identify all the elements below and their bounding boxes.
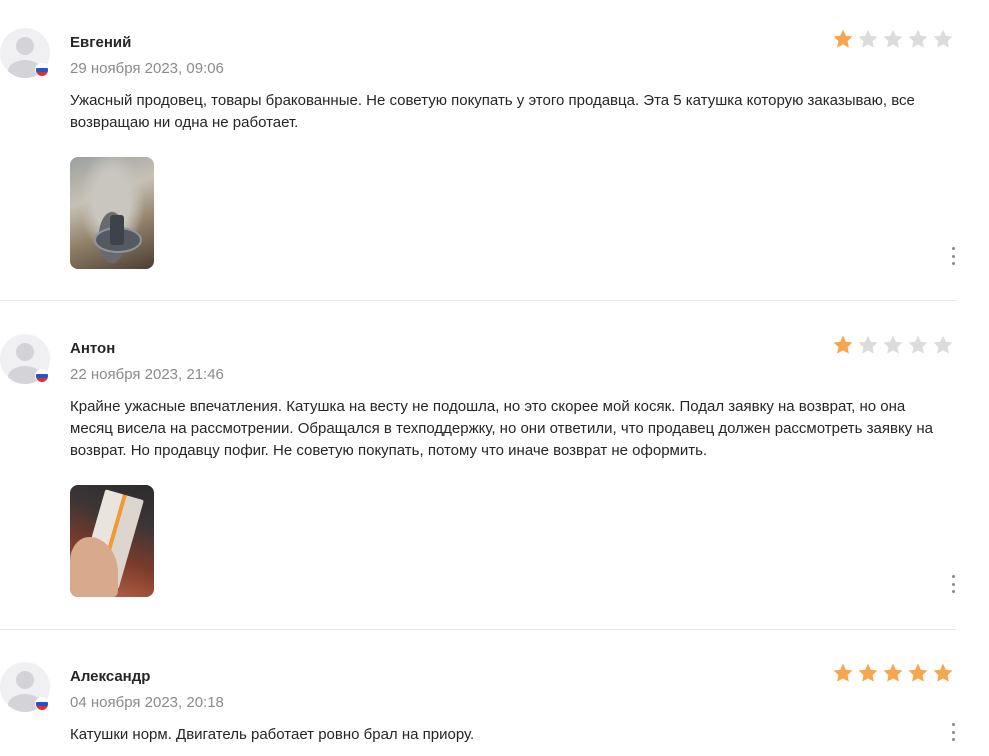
review-date: 29 ноября 2023, 09:06 bbox=[70, 60, 224, 77]
review-text: Крайне ужасные впечатления. Катушка на в… bbox=[70, 398, 933, 459]
star-empty-icon bbox=[858, 335, 878, 354]
star-empty-icon bbox=[858, 29, 878, 48]
russia-flag-icon bbox=[35, 63, 49, 77]
review-date: 04 ноября 2023, 20:18 bbox=[70, 694, 224, 711]
russia-flag-icon bbox=[35, 697, 49, 711]
more-options-icon[interactable] bbox=[946, 247, 960, 265]
star-rating bbox=[832, 662, 954, 684]
author-name[interactable]: Антон bbox=[70, 340, 115, 357]
star-filled-icon bbox=[933, 663, 953, 682]
author-name[interactable]: Евгений bbox=[70, 34, 131, 51]
review-date: 22 ноября 2023, 21:46 bbox=[70, 366, 224, 383]
star-filled-icon bbox=[833, 663, 853, 682]
russia-flag-icon bbox=[35, 369, 49, 383]
star-filled-icon bbox=[908, 663, 928, 682]
review-photo[interactable] bbox=[70, 157, 154, 269]
review-text: Катушки норм. Двигатель работает ровно б… bbox=[70, 726, 475, 743]
star-filled-icon bbox=[883, 663, 903, 682]
divider bbox=[0, 629, 956, 630]
star-filled-icon bbox=[833, 29, 853, 48]
star-filled-icon bbox=[833, 335, 853, 354]
review-photo[interactable] bbox=[70, 485, 154, 597]
star-empty-icon bbox=[908, 29, 928, 48]
star-empty-icon bbox=[883, 29, 903, 48]
review-text: Ужасный продовец, товары бракованные. Не… bbox=[70, 92, 915, 131]
star-filled-icon bbox=[858, 663, 878, 682]
more-options-icon[interactable] bbox=[946, 723, 960, 741]
star-rating bbox=[832, 334, 954, 356]
star-empty-icon bbox=[933, 29, 953, 48]
star-empty-icon bbox=[908, 335, 928, 354]
reviews-list: Евгений 29 ноября 2023, 09:06 Ужасный пр… bbox=[0, 0, 989, 756]
star-empty-icon bbox=[883, 335, 903, 354]
more-options-icon[interactable] bbox=[946, 575, 960, 593]
divider bbox=[0, 300, 956, 301]
author-name[interactable]: Александр bbox=[70, 668, 150, 685]
star-rating bbox=[832, 28, 954, 50]
star-empty-icon bbox=[933, 335, 953, 354]
